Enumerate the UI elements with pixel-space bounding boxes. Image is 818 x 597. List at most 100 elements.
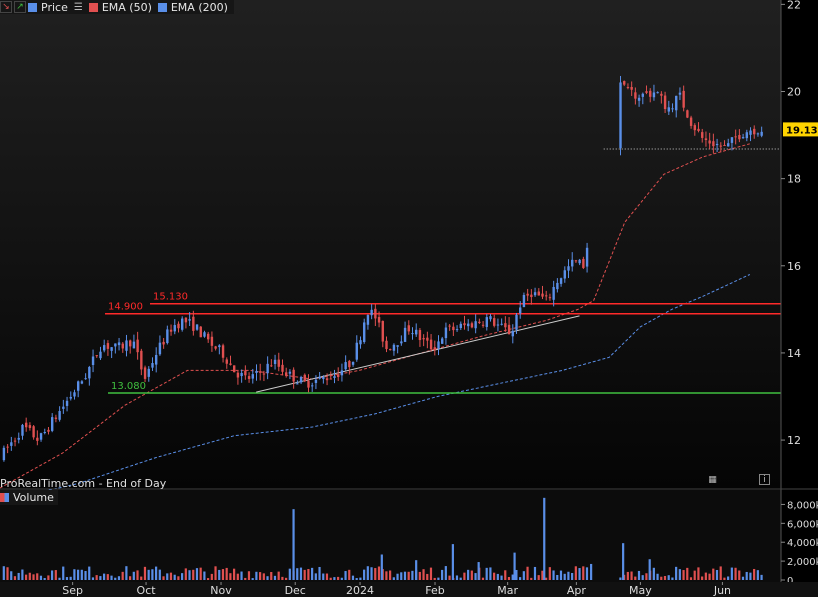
legend-item-ema50[interactable]: EMA (50): [88, 1, 152, 14]
candle-body: [207, 333, 210, 340]
candle-body: [582, 258, 585, 268]
candle-body: [392, 344, 396, 351]
volume-bar: [370, 567, 373, 580]
volume-legend-label: Volume: [13, 491, 54, 504]
candle-body: [637, 97, 641, 101]
price-tick-label: 12: [787, 434, 801, 447]
candle-body: [169, 329, 173, 332]
candle-body: [192, 316, 195, 331]
candle-body: [715, 143, 719, 146]
candle-body: [623, 81, 626, 85]
volume-bar: [273, 575, 277, 580]
volume-bar: [511, 574, 514, 580]
volume-bar: [192, 569, 195, 580]
candle-body: [43, 432, 46, 434]
x-tick-label: Apr: [567, 584, 587, 597]
candle-body: [519, 307, 522, 314]
green-arrow-up-icon[interactable]: ↗: [14, 1, 26, 13]
candle-body: [530, 294, 533, 298]
volume-bar: [652, 567, 655, 580]
candle-body: [712, 141, 715, 147]
candle-body: [80, 381, 84, 384]
volume-bar: [84, 571, 87, 580]
volume-bar: [366, 566, 369, 580]
candle-body: [88, 367, 91, 379]
candle-body: [504, 323, 507, 328]
volume-bar: [251, 578, 254, 580]
candle-body: [745, 132, 749, 139]
volume-bar: [28, 572, 31, 580]
candle-body: [199, 326, 202, 338]
info-icon[interactable]: i: [759, 474, 770, 485]
candle-body: [288, 371, 292, 374]
volume-bar: [437, 577, 440, 580]
candle-body: [723, 144, 726, 146]
candle-body: [741, 137, 745, 139]
volume-bar: [578, 568, 581, 580]
candle-body: [121, 343, 124, 349]
volume-bar: [351, 575, 355, 580]
candle-body: [526, 293, 529, 296]
legend-item-ema200[interactable]: EMA (200): [157, 1, 228, 14]
legend-item-list[interactable]: ☰: [74, 2, 83, 13]
volume-bar: [259, 572, 262, 580]
candle-body: [701, 132, 704, 138]
candle-body: [58, 411, 61, 420]
red-arrow-down-icon[interactable]: ↘: [0, 1, 12, 13]
volume-spike-bar: [415, 560, 418, 580]
calendar-icon[interactable]: ▦: [707, 474, 718, 485]
candle-body: [756, 133, 760, 135]
candle-body: [303, 374, 306, 382]
candle-body: [247, 376, 251, 379]
volume-bar: [106, 574, 109, 580]
volume-bar: [270, 572, 273, 580]
candle-body: [634, 92, 637, 99]
candle-body: [500, 323, 503, 325]
volume-bar: [255, 571, 258, 580]
volume-bar: [463, 572, 466, 580]
volume-bar: [143, 566, 147, 580]
volume-bar: [519, 577, 522, 580]
candle-body: [277, 359, 280, 367]
candle-body: [128, 340, 132, 347]
candle-body: [147, 368, 150, 377]
volume-bar: [10, 571, 13, 580]
price-panel-background: [0, 0, 781, 488]
candle-body: [296, 383, 299, 385]
candle-body: [76, 381, 80, 391]
volume-bar: [756, 570, 759, 580]
legend-item-price[interactable]: Price: [28, 1, 68, 14]
volume-bar: [229, 573, 232, 580]
candle-body: [411, 333, 414, 335]
volume-bar: [634, 576, 637, 580]
candle-body: [348, 360, 351, 368]
candle-body: [132, 341, 136, 349]
legend-price-label: Price: [41, 0, 68, 14]
candle-body: [344, 362, 347, 370]
candle-body: [552, 286, 555, 300]
candle-body: [678, 92, 682, 95]
price-tick-label: 16: [787, 260, 801, 273]
candle-body: [117, 342, 121, 346]
volume-spike-bar: [590, 563, 593, 580]
volume-bar: [396, 573, 399, 580]
candle-body: [106, 343, 110, 349]
volume-bar: [225, 567, 228, 580]
candle-body: [299, 377, 303, 383]
candle-body: [489, 316, 492, 320]
volume-bar: [426, 573, 429, 580]
volume-bar: [236, 573, 239, 580]
volume-spike-bar: [543, 497, 546, 580]
candle-body: [760, 131, 763, 136]
volume-bar: [667, 575, 670, 580]
volume-bar: [95, 575, 98, 580]
candle-body: [734, 136, 737, 138]
volume-bar: [121, 571, 124, 580]
volume-bar: [311, 567, 314, 580]
candle-body: [240, 372, 243, 377]
volume-bar: [162, 576, 165, 580]
candle-body: [441, 338, 444, 344]
volume-bar: [493, 572, 496, 580]
volume-tick-label: 8,000k: [787, 500, 818, 511]
volume-bar: [522, 571, 525, 580]
